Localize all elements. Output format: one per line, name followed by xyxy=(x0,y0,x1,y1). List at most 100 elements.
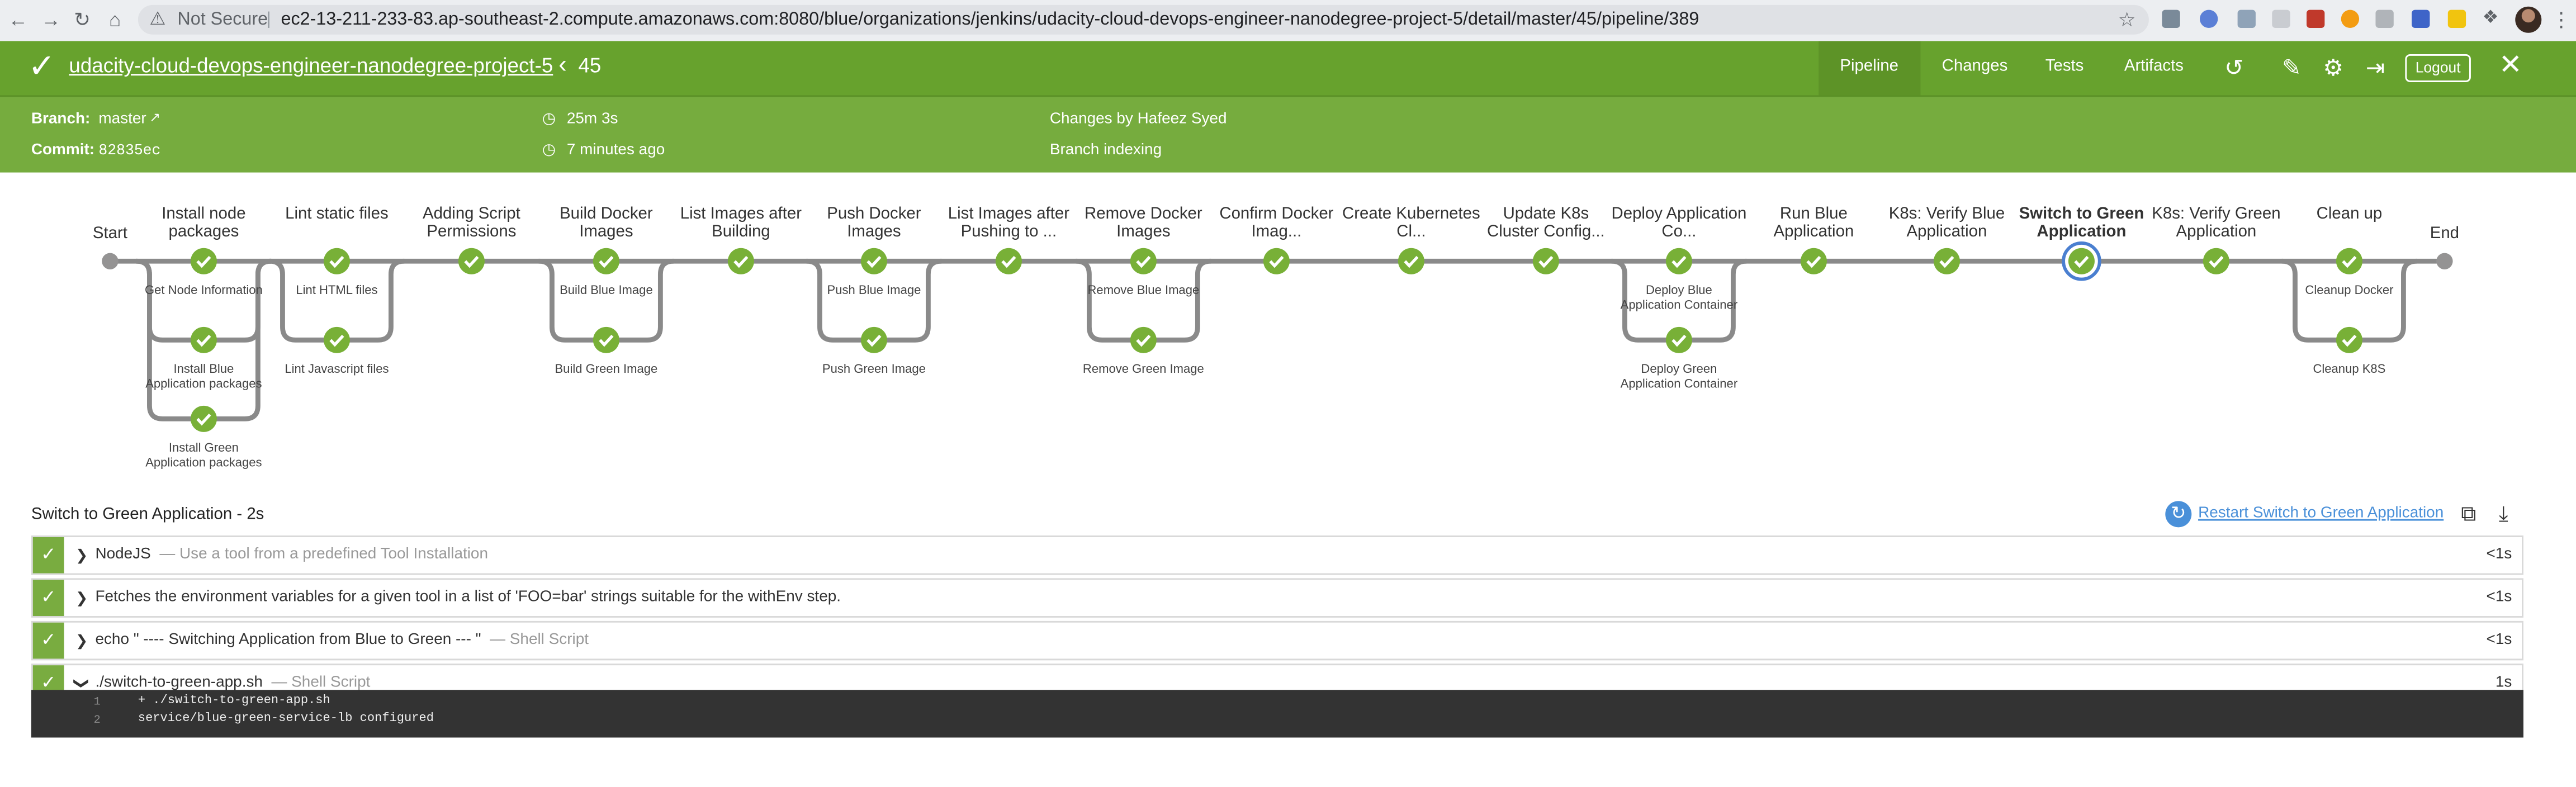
home-icon[interactable]: ⌂ xyxy=(102,7,128,33)
extensions-puzzle-icon[interactable]: ❖ xyxy=(2482,7,2498,30)
time-clock-icon: ◷ xyxy=(542,141,556,160)
parallel-branch-label[interactable]: Push Blue Image xyxy=(813,282,935,297)
pipeline-graph: Install node packages Get Node Informatio… xyxy=(0,173,2576,493)
branch-label: Branch: xyxy=(31,110,91,129)
stage-label[interactable]: List Images after Pushing to ... xyxy=(938,205,1079,241)
jenkins-header: ✓ udacity-cloud-devops-engineer-nanodegr… xyxy=(0,41,2576,97)
reload-icon[interactable]: ↻ xyxy=(69,7,95,33)
extension-translate-icon[interactable] xyxy=(2237,10,2256,28)
external-link-icon[interactable]: ↗ xyxy=(149,110,160,125)
bookmark-star-icon[interactable]: ☆ xyxy=(2118,5,2136,35)
commit-value[interactable]: 82835ec xyxy=(98,143,160,159)
chevron-right-icon[interactable]: ❯ xyxy=(75,580,88,616)
restart-stage-label[interactable]: Restart Switch to Green Application xyxy=(2198,504,2444,522)
warning-icon[interactable]: ⚠ xyxy=(149,5,165,35)
stage-label[interactable]: Deploy Application Co... xyxy=(1608,205,1750,241)
stage-label[interactable]: Clean up xyxy=(2279,205,2420,223)
stage-label[interactable]: Run Blue Application xyxy=(1743,205,1884,241)
duration-clock-icon: ◷ xyxy=(542,110,556,129)
step-name: Fetches the environment variables for a … xyxy=(95,588,841,606)
step-log-output: 1 + ./switch-to-green-app.sh 2 service/b… xyxy=(31,690,2523,738)
tab-pipeline[interactable]: Pipeline xyxy=(1840,58,1898,75)
close-icon[interactable]: ✕ xyxy=(2499,49,2522,82)
extension-blue-icon[interactable] xyxy=(2200,10,2218,28)
security-label[interactable]: Not Secure xyxy=(177,5,268,35)
parallel-branch-label[interactable]: Remove Blue Image xyxy=(1083,282,1204,297)
step-row[interactable]: ✓ ❯ echo " ---- Switching Application fr… xyxy=(31,620,2523,661)
step-success-icon: ✓ xyxy=(32,622,64,659)
parallel-branch-label[interactable]: Deploy Green Application Container xyxy=(1618,362,1740,391)
extension-orange-icon[interactable] xyxy=(2341,10,2360,28)
extension-a-icon[interactable] xyxy=(2412,10,2430,28)
tab-artifacts[interactable]: Artifacts xyxy=(2124,58,2184,75)
stage-label[interactable]: Update K8s Cluster Config... xyxy=(1475,205,1617,241)
extension-k-icon[interactable] xyxy=(2375,10,2394,28)
parallel-branch-label[interactable]: Cleanup K8S xyxy=(2289,362,2410,376)
stage-label[interactable]: Remove Docker Images xyxy=(1073,205,1214,241)
parallel-branch-label[interactable]: Cleanup Docker xyxy=(2289,282,2410,297)
parallel-branch-label[interactable]: Install Blue Application packages xyxy=(143,362,264,391)
parallel-branch-label[interactable]: Deploy Blue Application Container xyxy=(1618,282,1740,312)
parallel-branch-label[interactable]: Build Blue Image xyxy=(546,282,667,297)
rerun-icon[interactable]: ↺ xyxy=(2224,53,2243,82)
stage-label[interactable]: Lint static files xyxy=(266,205,408,223)
stage-label[interactable]: List Images after Building xyxy=(670,205,812,241)
step-list: ✓ ❯ NodeJS — Use a tool from a predefine… xyxy=(31,535,2523,707)
run-duration: 25m 3s xyxy=(566,110,618,129)
parallel-branch-label[interactable]: Build Green Image xyxy=(546,362,667,376)
run-number: 45 xyxy=(578,54,602,78)
step-row[interactable]: ✓ ❯ NodeJS — Use a tool from a predefine… xyxy=(31,535,2523,575)
step-success-icon: ✓ xyxy=(32,537,64,573)
stage-label[interactable]: Create Kubernetes Cl... xyxy=(1341,205,1482,241)
extension-yellow-icon[interactable] xyxy=(2447,10,2466,28)
stage-label[interactable]: K8s: Verify Blue Application xyxy=(1876,205,2018,241)
exit-classic-icon[interactable]: ⇥ xyxy=(2366,53,2385,82)
branch-value[interactable]: master xyxy=(98,110,146,128)
step-duration: <1s xyxy=(2486,545,2512,563)
step-name: NodeJS xyxy=(95,545,151,563)
browser-menu-icon[interactable]: ⋮ xyxy=(2551,7,2571,33)
parallel-branch-label[interactable]: Push Green Image xyxy=(813,362,935,376)
extension-red-icon[interactable] xyxy=(2307,10,2325,28)
chevron-right-icon[interactable]: ❯ xyxy=(75,623,88,659)
browser-toolbar: ← → ↻ ⌂ ⚠ Not Secure ec2-13-211-233-83.a… xyxy=(0,0,2576,43)
address-bar[interactable]: ⚠ Not Secure ec2-13-211-233-83.ap-southe… xyxy=(138,4,2149,35)
download-log-icon[interactable]: ⤓ xyxy=(2499,501,2508,527)
extension-box-icon[interactable] xyxy=(2272,10,2290,28)
stage-label[interactable]: Push Docker Images xyxy=(803,205,945,241)
tab-tests[interactable]: Tests xyxy=(2045,58,2084,75)
settings-gear-icon[interactable]: ⚙ xyxy=(2323,53,2343,82)
parallel-branch-label[interactable]: Lint Javascript files xyxy=(276,362,397,376)
profile-avatar[interactable] xyxy=(2515,6,2542,33)
extension-eyedropper-icon[interactable] xyxy=(2162,10,2180,28)
url-text[interactable]: ec2-13-211-233-83.ap-southeast-2.compute… xyxy=(281,5,1699,35)
stage-detail-title: Switch to Green Application - 2s xyxy=(31,506,264,524)
chevron-right-icon[interactable]: ❯ xyxy=(75,537,88,573)
chevron-left-icon[interactable]: ‹ xyxy=(558,51,567,80)
stage-label[interactable]: Adding Script Permissions xyxy=(401,205,542,241)
tab-changes[interactable]: Changes xyxy=(1942,58,2008,75)
chevron-down-icon[interactable]: ❯ xyxy=(64,677,100,689)
back-arrow-icon[interactable]: ← xyxy=(5,7,31,33)
logout-button[interactable]: Logout xyxy=(2405,54,2471,82)
start-label: Start xyxy=(92,225,127,243)
step-description: — Shell Script xyxy=(271,673,371,692)
log-line-number: 2 xyxy=(93,714,101,728)
parallel-branch-label[interactable]: Remove Green Image xyxy=(1083,362,1204,376)
step-row[interactable]: ✓ ❯ Fetches the environment variables fo… xyxy=(31,578,2523,618)
open-log-window-icon[interactable]: ⧉ xyxy=(2461,501,2476,527)
stage-label[interactable]: K8s: Verify Green Application xyxy=(2146,205,2287,241)
browser-viewport: ← → ↻ ⌂ ⚠ Not Secure ec2-13-211-233-83.a… xyxy=(0,0,2576,787)
stage-label[interactable]: Switch to Green Application xyxy=(2011,205,2152,241)
job-title-link[interactable]: udacity-cloud-devops-engineer-nanodegree… xyxy=(69,54,553,77)
stage-label[interactable]: Build Docker Images xyxy=(536,205,677,241)
parallel-branch-label[interactable]: Get Node Information xyxy=(143,282,264,297)
parallel-branch-label[interactable]: Lint HTML files xyxy=(276,282,397,297)
stage-label[interactable]: Confirm Docker Imag... xyxy=(1206,205,1347,241)
forward-arrow-icon[interactable]: → xyxy=(38,7,64,33)
parallel-branch-label[interactable]: Install Green Application packages xyxy=(143,440,264,470)
restart-icon[interactable]: ↻ xyxy=(2165,501,2192,528)
edit-pencil-icon[interactable]: ✎ xyxy=(2282,53,2301,82)
log-line: service/blue-green-service-lb configured xyxy=(138,713,434,726)
restart-stage-link[interactable]: ↻ Restart Switch to Green Application xyxy=(2165,499,2452,529)
